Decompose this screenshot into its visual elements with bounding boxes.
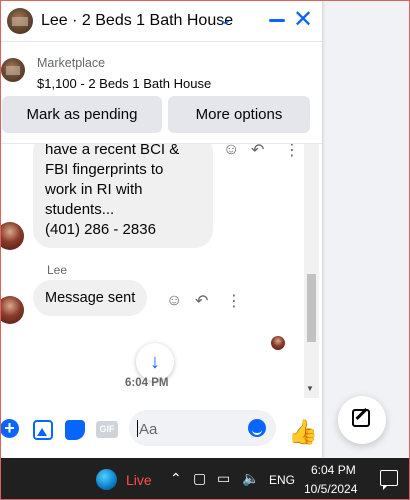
sticker-icon[interactable] bbox=[65, 420, 85, 440]
thumbs-up-icon[interactable]: 👍 bbox=[288, 418, 318, 447]
network-icon[interactable]: ▭ bbox=[217, 470, 230, 487]
seen-avatar bbox=[271, 336, 285, 350]
gif-icon[interactable]: GIF bbox=[96, 421, 118, 438]
message-list[interactable]: have a recent BCI & FBI fingerprints to … bbox=[1, 144, 322, 398]
listing-avatar bbox=[7, 8, 33, 34]
react-icon[interactable]: ☺ bbox=[223, 144, 239, 159]
message-text: have a recent BCI & FBI fingerprints to … bbox=[45, 144, 180, 238]
scroll-to-bottom-button[interactable]: ↓ bbox=[136, 343, 174, 381]
message-timestamp: 6:04 PM bbox=[125, 377, 169, 389]
scrollbar-thumb[interactable] bbox=[307, 274, 316, 342]
taskbar: Live ⌃ ▢ ▭ 🔈 ENG 6:04 PM 10/5/2024 bbox=[0, 458, 410, 500]
photo-icon[interactable] bbox=[33, 420, 53, 440]
meet-icon[interactable]: ▢ bbox=[193, 470, 206, 487]
listing-title[interactable]: $1,100 - 2 Beds 1 Bath House bbox=[37, 76, 211, 91]
sender-avatar bbox=[1, 296, 24, 324]
chat-header[interactable]: Lee · 2 Beds 1 Bath House ⌄ ✕ bbox=[1, 0, 322, 42]
volume-icon[interactable]: 🔈 bbox=[242, 470, 259, 487]
emoji-icon[interactable] bbox=[248, 419, 266, 437]
sender-name: Lee bbox=[47, 263, 68, 277]
more-options-button[interactable]: More options bbox=[168, 96, 310, 133]
clock-date[interactable]: 10/5/2024 bbox=[304, 482, 357, 496]
mark-as-pending-button[interactable]: Mark as pending bbox=[2, 96, 162, 133]
text-caret bbox=[137, 420, 138, 437]
message-placeholder: Aa bbox=[139, 421, 158, 438]
new-message-button[interactable] bbox=[338, 396, 386, 444]
more-icon[interactable]: ⋮ bbox=[284, 144, 300, 160]
scrollbar-track[interactable] bbox=[304, 144, 319, 398]
chat-title[interactable]: Lee · 2 Beds 1 Bath House bbox=[41, 12, 233, 30]
live-app-icon[interactable] bbox=[96, 469, 117, 490]
plus-icon[interactable]: + bbox=[0, 419, 19, 438]
language-indicator[interactable]: ENG bbox=[269, 473, 295, 487]
message-input[interactable]: Aa bbox=[129, 410, 276, 446]
compose-icon bbox=[352, 409, 370, 427]
clock-time[interactable]: 6:04 PM bbox=[311, 463, 356, 477]
chevron-down-icon[interactable]: ⌄ bbox=[218, 12, 233, 28]
chevron-up-icon[interactable]: ⌃ bbox=[170, 470, 182, 487]
sender-avatar bbox=[1, 222, 24, 250]
more-icon[interactable]: ⋮ bbox=[226, 291, 242, 311]
listing-thumbnail[interactable] bbox=[1, 58, 25, 82]
reply-icon[interactable]: ↶ bbox=[195, 291, 208, 311]
reply-icon[interactable]: ↶ bbox=[251, 144, 264, 160]
scrollbar-down-arrow[interactable]: ▼ bbox=[306, 384, 314, 393]
marketplace-panel: Marketplace $1,100 - 2 Beds 1 Bath House… bbox=[1, 42, 322, 144]
marketplace-label: Marketplace bbox=[37, 56, 106, 70]
minimize-icon[interactable] bbox=[267, 10, 287, 30]
close-icon[interactable]: ✕ bbox=[293, 8, 313, 32]
react-icon[interactable]: ☺ bbox=[166, 292, 182, 310]
message-bubble[interactable]: have a recent BCI & FBI fingerprints to … bbox=[33, 144, 213, 248]
notification-icon[interactable] bbox=[380, 470, 398, 490]
message-bubble[interactable]: Message sent bbox=[33, 280, 148, 316]
chat-window: Lee · 2 Beds 1 Bath House ⌄ ✕ Marketplac… bbox=[0, 0, 322, 458]
composer: + GIF Aa 👍 bbox=[0, 402, 322, 458]
live-label[interactable]: Live bbox=[126, 472, 152, 488]
